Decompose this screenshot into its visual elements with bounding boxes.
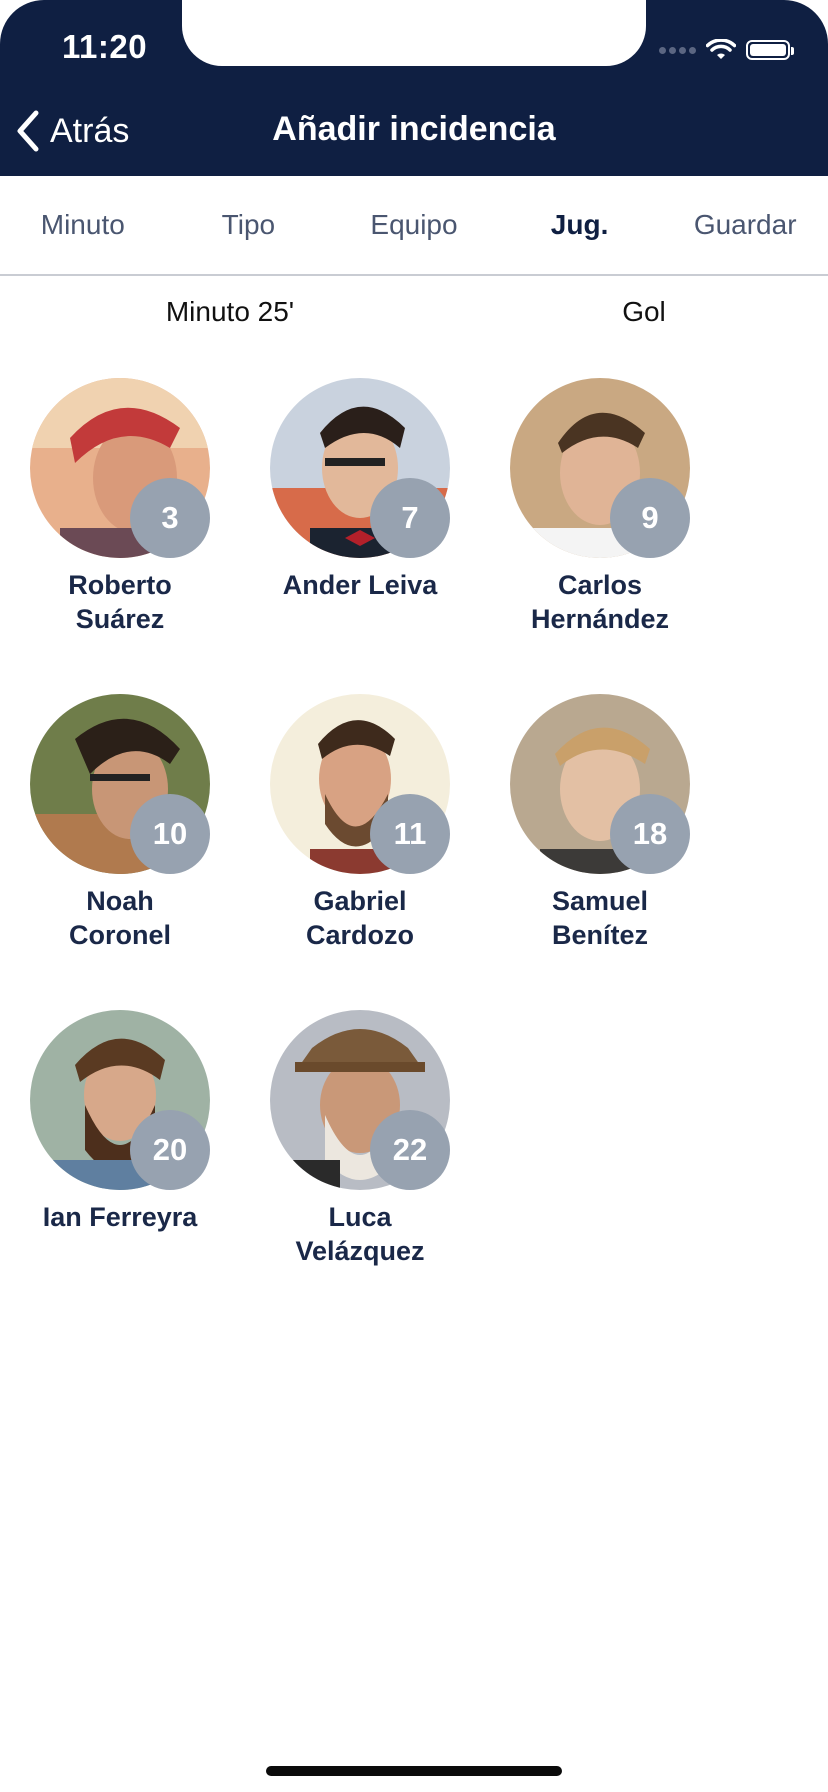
tab-jugador[interactable]: Jug. <box>497 209 663 241</box>
player-name-line: Benítez <box>551 920 649 950</box>
device-notch <box>182 0 646 66</box>
summary-minute: Minuto 25' <box>165 296 295 327</box>
status-time: 11:20 <box>62 28 148 65</box>
home-indicator[interactable] <box>266 1766 562 1776</box>
player-number-badge: 7 <box>370 478 450 558</box>
player-name: Ian Ferreyra <box>10 1200 230 1234</box>
cellular-signal-icon <box>659 46 696 54</box>
player-number-badge: 3 <box>130 478 210 558</box>
player-name-line: Carlos <box>557 570 643 600</box>
player-number-badge: 9 <box>610 478 690 558</box>
battery-icon <box>746 40 794 60</box>
player-name-line: Suárez <box>75 604 165 634</box>
player-name: Ander Leiva <box>250 568 470 602</box>
player-name-line: Coronel <box>68 920 171 950</box>
wifi-icon <box>706 39 736 59</box>
player-number-badge: 10 <box>130 794 210 874</box>
player-number-badge: 11 <box>370 794 450 874</box>
player-number-badge: 20 <box>130 1110 210 1190</box>
step-tabs: Minuto Tipo Equipo Jug. Guardar <box>0 176 828 276</box>
player-name-line: Hernández <box>530 604 670 634</box>
player-name-line: Noah <box>86 886 154 916</box>
player-name-line: Ian Ferreyra <box>42 1202 198 1232</box>
player-name: Luca Velázquez <box>250 1200 470 1268</box>
player-name: Noah Coronel <box>10 884 230 952</box>
player-number-badge: 18 <box>610 794 690 874</box>
player-name: Gabriel Cardozo <box>250 884 470 952</box>
tab-minuto[interactable]: Minuto <box>0 209 166 241</box>
incident-summary: Minuto 25' Gol <box>0 296 828 336</box>
tab-equipo[interactable]: Equipo <box>331 209 497 241</box>
status-icons <box>659 36 794 64</box>
player-name-line: Luca <box>328 1202 392 1232</box>
summary-type: Gol <box>622 296 666 327</box>
player-name-line: Cardozo <box>306 920 414 950</box>
navigation-header: 11:20 Atrás Añadir incidencia <box>0 0 828 176</box>
tab-tipo[interactable]: Tipo <box>166 209 332 241</box>
player-name: Roberto Suárez <box>10 568 230 636</box>
player-name-line: Samuel <box>551 886 649 916</box>
player-name: Carlos Hernández <box>490 568 710 636</box>
tab-guardar[interactable]: Guardar <box>662 209 828 241</box>
player-name: Samuel Benítez <box>490 884 710 952</box>
player-name-line: Velázquez <box>295 1236 425 1266</box>
player-name-line: Gabriel <box>313 886 407 916</box>
player-name-line: Ander Leiva <box>282 570 438 600</box>
page-title: Añadir incidencia <box>272 110 556 148</box>
player-name-line: Roberto <box>68 570 172 600</box>
player-number-badge: 22 <box>370 1110 450 1190</box>
